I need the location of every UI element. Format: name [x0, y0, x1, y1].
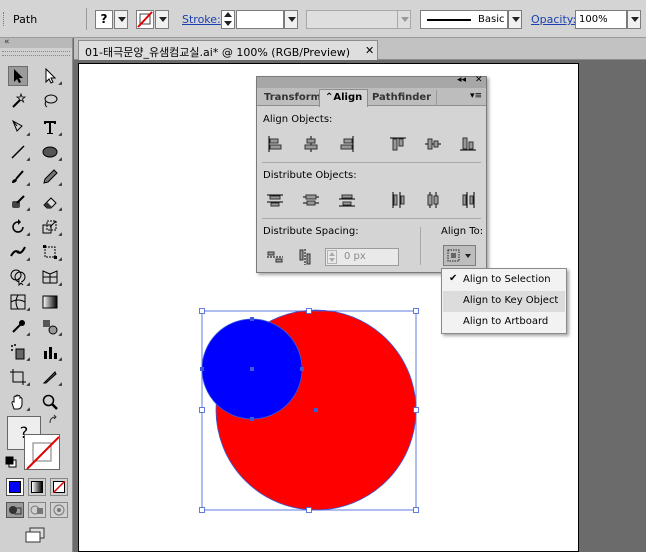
vertical-distribute-center-button[interactable] — [301, 190, 321, 210]
vertical-distribute-bottom-button[interactable] — [337, 190, 357, 210]
horizontal-align-center-button[interactable] — [301, 134, 321, 154]
align-to-label: Align To: — [441, 226, 484, 237]
divider — [420, 227, 421, 265]
vertical-distribute-space-button[interactable] — [265, 247, 285, 267]
checkmark-icon: ✔ — [449, 273, 458, 284]
horizontal-distribute-right-button[interactable] — [458, 190, 478, 210]
menu-item-align-to-artboard[interactable]: Align to Artboard — [443, 312, 565, 333]
menu-item-align-to-selection[interactable]: ✔ Align to Selection — [443, 270, 565, 291]
close-panel-icon[interactable]: ✕ — [475, 75, 483, 85]
divider — [262, 162, 481, 163]
menu-item-align-to-key-object[interactable]: Align to Key Object — [443, 291, 565, 312]
vertical-align-top-button[interactable] — [388, 134, 408, 154]
horizontal-distribute-left-button[interactable] — [388, 190, 408, 210]
distribute-objects-label: Distribute Objects: — [263, 170, 357, 181]
vertical-distribute-top-button[interactable] — [265, 190, 285, 210]
vertical-align-center-button[interactable] — [423, 134, 443, 154]
align-to-menu: ✔ Align to Selection Align to Key Object… — [441, 268, 567, 334]
collapse-panel-icon[interactable]: ◂◂ — [457, 75, 466, 85]
horizontal-align-right-button[interactable] — [337, 134, 357, 154]
horizontal-align-left-button[interactable] — [265, 134, 285, 154]
tab-transform[interactable]: Transform — [259, 90, 328, 106]
align-objects-label: Align Objects: — [263, 114, 333, 125]
panel-title-bar[interactable]: ◂◂ ✕ — [257, 75, 486, 88]
align-panel: ◂◂ ✕ Transform ⌃Align Pathfinder ▾≡ Alig… — [256, 75, 487, 273]
panel-menu-icon[interactable]: ▾≡ — [470, 91, 482, 101]
align-to-selection-button[interactable] — [443, 245, 476, 266]
tab-pathfinder[interactable]: Pathfinder — [367, 90, 438, 106]
horizontal-distribute-center-button[interactable] — [423, 190, 443, 210]
vertical-align-bottom-button[interactable] — [458, 134, 478, 154]
distribute-spacing-label: Distribute Spacing: — [263, 226, 359, 237]
tab-align[interactable]: ⌃Align — [319, 89, 369, 107]
panel-tabs: Transform ⌃Align Pathfinder ▾≡ — [257, 88, 486, 107]
align-to-selection-icon — [447, 249, 471, 262]
divider — [262, 218, 481, 219]
spacing-stepper-icon — [327, 250, 337, 264]
horizontal-distribute-space-button[interactable] — [295, 247, 315, 267]
